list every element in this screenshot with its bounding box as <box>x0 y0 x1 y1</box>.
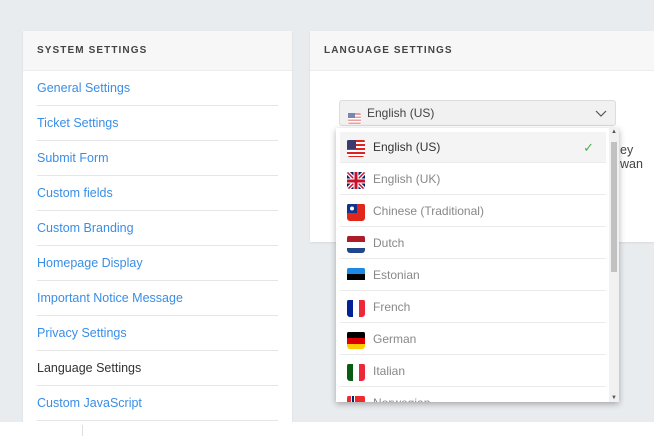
tw-flag-icon <box>347 203 365 221</box>
dropdown-scrollbar[interactable]: ▲ ▼ <box>609 128 619 402</box>
uk-flag-icon <box>347 171 365 189</box>
system-settings-title: SYSTEM SETTINGS <box>23 31 292 71</box>
language-option-tw[interactable]: Chinese (Traditional) <box>340 196 606 227</box>
language-option-label: Norwegian <box>373 396 430 402</box>
settings-nav: General Settings Ticket Settings Submit Fo… <box>23 71 292 421</box>
sidebar-item-general-settings[interactable]: General Settings <box>37 71 278 106</box>
ee-flag-icon <box>347 267 365 285</box>
language-dropdown[interactable]: English (US) ✓ English (UK) Chinese (Tradit… <box>336 128 619 402</box>
sidebar-item-custom-javascript[interactable]: Custom JavaScript <box>37 386 278 421</box>
de-flag-icon <box>347 331 365 349</box>
language-option-label: Chinese (Traditional) <box>373 204 484 218</box>
sidebar-item-submit-form[interactable]: Submit Form <box>37 141 278 176</box>
sidebar-item-custom-branding[interactable]: Custom Branding <box>37 211 278 246</box>
language-select-value: English (US) <box>367 106 435 120</box>
language-option-it[interactable]: Italian <box>340 356 606 387</box>
language-option-de[interactable]: German <box>340 324 606 355</box>
footer-bar <box>0 422 654 436</box>
language-option-label: English (UK) <box>373 172 441 186</box>
sidebar-item-homepage-display[interactable]: Homepage Display <box>37 246 278 281</box>
nl-flag-icon <box>347 235 365 253</box>
language-option-nl[interactable]: Dutch <box>340 228 606 259</box>
language-option-us[interactable]: English (US) ✓ <box>340 132 606 163</box>
language-option-ee[interactable]: Estonian <box>340 260 606 291</box>
language-option-uk[interactable]: English (UK) <box>340 164 606 195</box>
system-settings-card: SYSTEM SETTINGS General Settings Ticket S… <box>23 31 292 422</box>
sidebar-item-custom-fields[interactable]: Custom fields <box>37 176 278 211</box>
language-settings-title: LANGUAGE SETTINGS <box>310 31 654 71</box>
it-flag-icon <box>347 363 365 381</box>
language-option-label: French <box>373 300 411 314</box>
language-option-label: Dutch <box>373 236 405 250</box>
fr-flag-icon <box>347 299 365 317</box>
no-flag-icon <box>347 395 365 402</box>
sidebar-item-important-notice-message[interactable]: Important Notice Message <box>37 281 278 316</box>
check-icon: ✓ <box>583 140 594 155</box>
language-option-label: Estonian <box>373 268 420 282</box>
divider <box>82 425 83 436</box>
language-select[interactable]: English (US) <box>339 100 616 126</box>
scroll-down-icon[interactable]: ▼ <box>611 395 617 401</box>
language-option-label: German <box>373 332 417 346</box>
language-option-no[interactable]: Norwegian <box>340 388 606 402</box>
language-option-fr[interactable]: French <box>340 292 606 323</box>
language-option-label: English (US) <box>373 140 441 154</box>
scrollbar-thumb[interactable] <box>611 142 617 272</box>
sidebar-item-privacy-settings[interactable]: Privacy Settings <box>37 316 278 351</box>
scroll-up-icon[interactable]: ▲ <box>611 129 617 135</box>
us-flag-icon <box>347 139 365 157</box>
sidebar-item-ticket-settings[interactable]: Ticket Settings <box>37 106 278 141</box>
language-option-label: Italian <box>373 364 406 378</box>
description-text: ey wan <box>620 143 643 171</box>
sidebar-item-language-settings[interactable]: Language Settings <box>37 351 278 386</box>
